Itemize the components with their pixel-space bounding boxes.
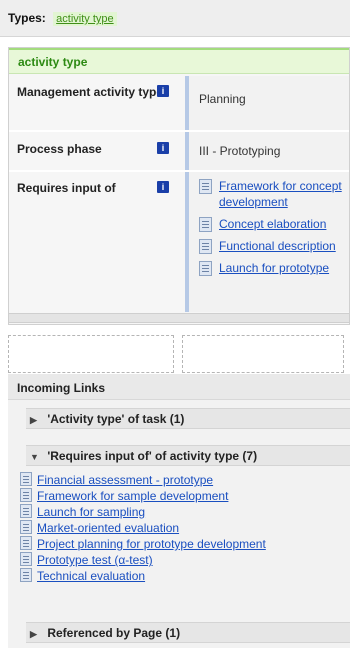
link-prototype-test[interactable]: Prototype test (α-test) bbox=[37, 553, 153, 567]
section-requires-input-of[interactable]: ▼ 'Requires input of' of activity type (… bbox=[26, 445, 350, 466]
page-icon bbox=[199, 239, 212, 254]
link-project-planning-prototype-development[interactable]: Project planning for prototype developme… bbox=[37, 537, 266, 551]
incoming-links-panel: Incoming Links ▶ 'Activity type' of task… bbox=[8, 374, 350, 648]
triangle-down-icon: ▼ bbox=[30, 452, 39, 462]
property-value: Planning bbox=[189, 76, 349, 130]
property-value-list: Framework for concept development Concep… bbox=[189, 172, 349, 312]
section-label: 'Activity type' of task (1) bbox=[47, 412, 185, 426]
triangle-right-icon: ▶ bbox=[30, 415, 37, 425]
types-bar: Types: activity type bbox=[0, 0, 350, 37]
link-framework-concept-development[interactable]: Framework for concept development bbox=[219, 179, 342, 209]
page-icon bbox=[20, 504, 32, 518]
properties-panel: activity type Management activity type i… bbox=[8, 47, 350, 325]
empty-drop-zone-left[interactable] bbox=[8, 335, 174, 373]
info-icon[interactable]: i bbox=[157, 181, 169, 193]
page-icon bbox=[20, 552, 32, 566]
page-icon bbox=[199, 179, 212, 194]
list-item: Framework for sample development bbox=[20, 488, 350, 504]
page-icon bbox=[20, 472, 32, 486]
link-concept-elaboration[interactable]: Concept elaboration bbox=[219, 217, 326, 231]
property-value: III - Prototyping bbox=[189, 132, 349, 170]
page-icon bbox=[199, 261, 212, 276]
list-item: Prototype test (α-test) bbox=[20, 552, 350, 568]
page-icon bbox=[20, 536, 32, 550]
link-financial-assessment-prototype[interactable]: Financial assessment - prototype bbox=[37, 473, 213, 487]
list-item: Launch for prototype bbox=[199, 260, 349, 276]
horizontal-scrollbar[interactable] bbox=[8, 313, 350, 323]
section-label: 'Requires input of' of activity type (7) bbox=[47, 449, 258, 463]
list-item: Technical evaluation bbox=[20, 568, 350, 584]
page-icon bbox=[20, 488, 32, 502]
list-item: Framework for concept development bbox=[199, 178, 349, 210]
property-name: Management activity type bbox=[17, 85, 164, 99]
link-market-oriented-evaluation[interactable]: Market-oriented evaluation bbox=[37, 521, 179, 535]
link-launch-for-prototype[interactable]: Launch for prototype bbox=[219, 261, 329, 275]
property-value-text: Planning bbox=[199, 92, 246, 106]
triangle-right-icon: ▶ bbox=[30, 629, 37, 639]
types-label: Types: bbox=[8, 11, 46, 25]
list-item: Project planning for prototype developme… bbox=[20, 536, 350, 552]
list-item: Market-oriented evaluation bbox=[20, 520, 350, 536]
info-icon[interactable]: i bbox=[157, 85, 169, 97]
list-item: Financial assessment - prototype bbox=[20, 472, 350, 488]
types-link[interactable]: activity type bbox=[53, 12, 117, 26]
page-icon bbox=[199, 217, 212, 232]
info-icon[interactable]: i bbox=[157, 142, 169, 154]
page-icon bbox=[20, 520, 32, 534]
list-item: Concept elaboration bbox=[199, 216, 349, 232]
empty-drop-zone-right[interactable] bbox=[182, 335, 344, 373]
page-title: activity type bbox=[9, 48, 349, 74]
property-row: Process phase i III - Prototyping bbox=[9, 132, 349, 170]
property-row: Requires input of i Framework for concep… bbox=[9, 172, 349, 312]
property-row: Management activity type i Planning bbox=[9, 76, 349, 130]
list-item: Launch for sampling bbox=[20, 504, 350, 520]
property-value-text: III - Prototyping bbox=[199, 144, 281, 158]
list-item: Functional description bbox=[199, 238, 349, 254]
link-technical-evaluation[interactable]: Technical evaluation bbox=[37, 569, 145, 583]
section-label: Referenced by Page (1) bbox=[47, 626, 181, 640]
incoming-links-title: Incoming Links bbox=[8, 374, 350, 400]
property-name: Requires input of bbox=[17, 181, 116, 195]
link-framework-sample-development[interactable]: Framework for sample development bbox=[37, 489, 228, 503]
page-icon bbox=[20, 568, 32, 582]
section-referenced-by-page[interactable]: ▶ Referenced by Page (1) bbox=[26, 622, 350, 643]
link-launch-for-sampling[interactable]: Launch for sampling bbox=[37, 505, 145, 519]
section-activity-type-of-task[interactable]: ▶ 'Activity type' of task (1) bbox=[26, 408, 350, 429]
link-functional-description[interactable]: Functional description bbox=[219, 239, 336, 253]
property-name: Process phase bbox=[17, 142, 102, 156]
incoming-link-list: Financial assessment - prototype Framewo… bbox=[20, 472, 350, 584]
